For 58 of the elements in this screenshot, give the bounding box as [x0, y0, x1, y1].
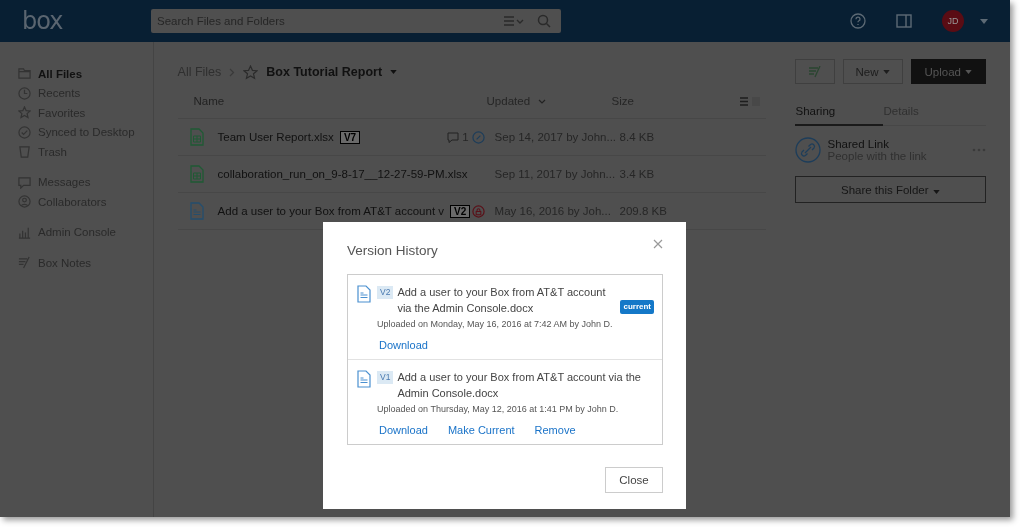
- version-badge: V2: [377, 286, 394, 299]
- sidebar-item[interactable]: All Files: [18, 64, 153, 84]
- message-icon: [18, 175, 31, 189]
- close-icon[interactable]: [653, 239, 663, 249]
- link-circle-icon[interactable]: [471, 130, 485, 144]
- check-circle-icon: [18, 125, 31, 139]
- upload-button[interactable]: Upload: [910, 59, 986, 84]
- version-action-link[interactable]: Download: [379, 339, 428, 351]
- panel-tab[interactable]: Sharing: [794, 96, 883, 126]
- folder-title[interactable]: Box Tutorial Report: [266, 65, 383, 79]
- folder-icon: [18, 67, 31, 81]
- file-name[interactable]: Add a user to your Box from AT&T account v: [217, 205, 445, 217]
- spreadsheet-file-icon: [189, 128, 204, 146]
- file-name[interactable]: Team User Report.xlsx: [217, 131, 334, 143]
- file-name[interactable]: collaboration_run_on_9-8-17__12-27-59-PM.xlsx: [217, 168, 468, 180]
- search-icon[interactable]: [537, 14, 551, 28]
- document-file-icon: [357, 285, 371, 303]
- lock-circle-icon[interactable]: [471, 204, 485, 218]
- file-name: Add a user to your Box from AT&T account via the Admin Console.docx: [397, 285, 607, 316]
- close-button[interactable]: Close: [605, 467, 663, 493]
- caret-icon: [932, 189, 940, 194]
- current-tag: current: [620, 300, 654, 314]
- notes-button[interactable]: [794, 59, 835, 84]
- caret-icon: [965, 69, 972, 74]
- version-action-link[interactable]: Remove: [534, 424, 576, 436]
- upload-info: Uploaded on Monday, May 16, 2016 at 7:42 AM by John D.: [377, 319, 614, 329]
- filter-icon[interactable]: [503, 15, 525, 27]
- notes-icon: [18, 256, 31, 270]
- version-action-link[interactable]: Make Current: [447, 424, 515, 436]
- caret-icon[interactable]: [980, 18, 988, 24]
- document-file-icon: [189, 202, 204, 220]
- version-tag[interactable]: V2: [450, 204, 471, 218]
- version-action-link[interactable]: Download: [379, 424, 428, 436]
- caret-icon: [882, 69, 890, 74]
- dialog-title: Version History: [347, 243, 438, 258]
- upload-info: Uploaded on Thursday, May 12, 2016 at 1:41 PM by John D.: [377, 404, 620, 414]
- star-icon[interactable]: [243, 64, 259, 80]
- person-icon: [18, 195, 31, 209]
- version-badge: V1: [377, 371, 394, 384]
- document-file-icon: [357, 370, 371, 388]
- notes-icon: [807, 65, 822, 78]
- list-view-icon[interactable]: [739, 96, 760, 106]
- sort-caret-icon[interactable]: [538, 98, 547, 104]
- clock-icon: [18, 86, 31, 100]
- shared-link-title: Shared Link: [827, 138, 890, 150]
- user-avatar[interactable]: JD: [942, 10, 964, 32]
- comment-icon[interactable]: [447, 131, 460, 143]
- help-icon[interactable]: [850, 13, 866, 29]
- star-icon: [18, 106, 31, 120]
- version-tag[interactable]: V7: [339, 130, 361, 144]
- caret-icon[interactable]: [390, 70, 398, 74]
- box-logo[interactable]: box: [22, 7, 135, 35]
- file-name: Add a user to your Box from AT&T account via the Admin Console.docx: [397, 370, 642, 401]
- trash-icon: [18, 145, 31, 159]
- spreadsheet-file-icon: [189, 165, 204, 183]
- link-icon: [794, 137, 821, 163]
- bar-chart-icon: [18, 225, 31, 239]
- side-panel-icon[interactable]: [896, 13, 912, 29]
